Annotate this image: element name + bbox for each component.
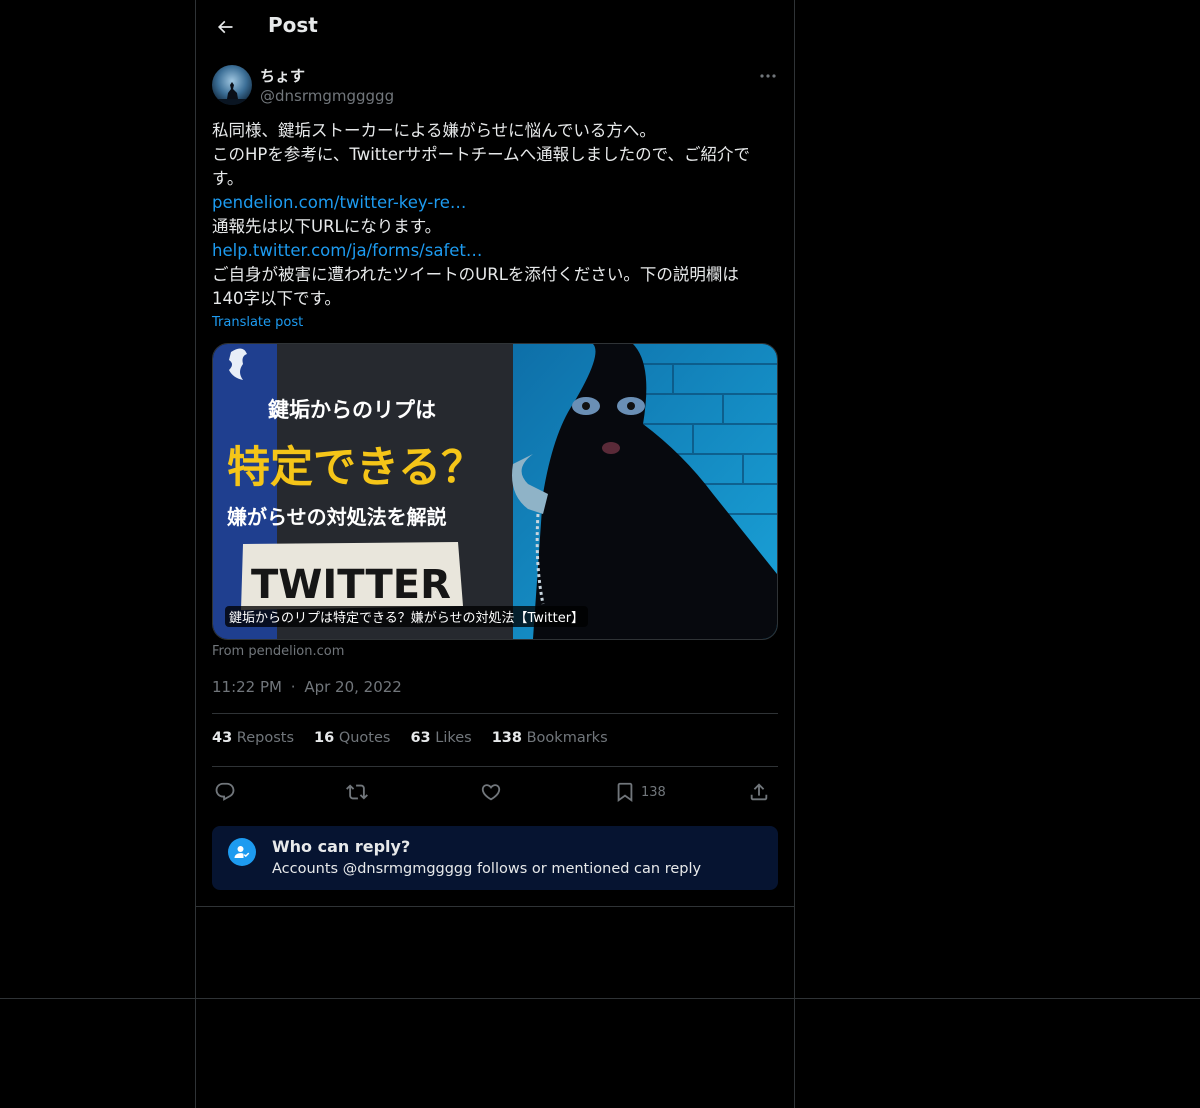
bookmark-button[interactable]: 138 bbox=[614, 778, 666, 806]
card-image: 鍵垢からのリプは 特定できる？ 嫌がらせの対処法を解説 TWITTER bbox=[213, 344, 777, 639]
reposts-stat[interactable]: 43 Reposts bbox=[212, 730, 294, 752]
more-dots-icon bbox=[760, 74, 776, 78]
card-line-3: 嫌がらせの対処法を解説 bbox=[227, 505, 447, 529]
divider bbox=[212, 713, 778, 714]
reply-restriction-banner: Who can reply? Accounts @dnsrmgmggggg fo… bbox=[212, 826, 778, 890]
share-button[interactable] bbox=[748, 778, 770, 806]
divider bbox=[212, 766, 778, 767]
reposts-label: Reposts bbox=[236, 730, 295, 746]
bookmark-count: 138 bbox=[641, 784, 666, 800]
user-check-icon bbox=[228, 838, 256, 866]
post-date[interactable]: Apr 20, 2022 bbox=[304, 678, 402, 696]
page-title: Post bbox=[268, 13, 318, 37]
share-icon bbox=[750, 783, 768, 801]
heart-icon bbox=[481, 784, 501, 801]
timestamp-separator: · bbox=[290, 678, 296, 696]
post-text-line: 通報先は以下URLになります。 bbox=[212, 217, 442, 236]
likes-count: 63 bbox=[410, 730, 431, 746]
post-text-line: このHPを参考に、Twitterサポートチームへ通報しましたので、ご紹介で bbox=[212, 145, 751, 164]
repost-icon bbox=[346, 784, 368, 800]
author-handle[interactable]: @dnsrmgmggggg bbox=[260, 87, 394, 105]
arrow-left-icon bbox=[217, 20, 233, 34]
post-text-line: 140字以下です。 bbox=[212, 289, 341, 308]
like-button[interactable] bbox=[480, 778, 502, 806]
card-badge: TWITTER bbox=[251, 562, 451, 608]
quotes-count: 16 bbox=[314, 730, 335, 746]
translate-post-link[interactable]: Translate post bbox=[212, 315, 303, 330]
divider bbox=[196, 906, 794, 907]
post-text-line: す。 bbox=[212, 169, 244, 188]
author-display-name[interactable]: ちょす bbox=[260, 65, 305, 86]
more-options-button[interactable] bbox=[756, 66, 780, 86]
card-source[interactable]: From pendelion.com bbox=[212, 644, 344, 659]
post-header: Post bbox=[196, 0, 794, 53]
card-line-1: 鍵垢からのリプは bbox=[268, 398, 436, 422]
card-caption: 鍵垢からのリプは特定できる？嫌がらせの対処法【Twitter】 bbox=[225, 606, 589, 627]
action-bar: 138 bbox=[212, 778, 778, 806]
link-card[interactable]: 鍵垢からのリプは 特定できる？ 嫌がらせの対処法を解説 TWITTER 鍵垢から… bbox=[212, 343, 778, 640]
post-timestamp[interactable]: 11:22 PM · Apr 20, 2022 bbox=[212, 678, 402, 696]
reply-button[interactable] bbox=[214, 778, 236, 806]
reply-icon bbox=[215, 782, 235, 801]
quotes-stat[interactable]: 16 Quotes bbox=[314, 730, 390, 752]
card-line-2: 特定できる？ bbox=[227, 443, 484, 493]
reply-restriction-title: Who can reply? bbox=[272, 837, 411, 856]
bookmarks-label: Bookmarks bbox=[526, 730, 608, 746]
bookmarks-count: 138 bbox=[491, 730, 522, 746]
repost-button[interactable] bbox=[346, 778, 368, 806]
post-link-help-twitter[interactable]: help.twitter.com/ja/forms/safet… bbox=[212, 241, 482, 260]
bookmarks-stat[interactable]: 138 Bookmarks bbox=[492, 730, 608, 752]
post-link-pendelion[interactable]: pendelion.com/twitter-key-re… bbox=[212, 193, 466, 212]
bookmark-icon bbox=[617, 782, 633, 803]
likes-label: Likes bbox=[435, 730, 472, 746]
post-text: 私同様、鍵垢ストーカーによる嫌がらせに悩んでいる方へ。 このHPを参考に、Twi… bbox=[212, 119, 778, 311]
avatar[interactable] bbox=[212, 65, 252, 105]
engagement-stats: 43 Reposts 16 Quotes 63 Likes 138 Bookma… bbox=[212, 730, 608, 752]
primary-column: Post ちょす @dnsrmgmggggg 私同様、鍵垢ストーカーによる嫌がら… bbox=[195, 0, 795, 1108]
post-text-line: ご自身が被害に遭われたツイートのURLを添付ください。下の説明欄は bbox=[212, 265, 739, 284]
post-time[interactable]: 11:22 PM bbox=[212, 678, 282, 696]
quotes-label: Quotes bbox=[338, 730, 391, 746]
reply-restriction-subtitle: Accounts @dnsrmgmggggg follows or mentio… bbox=[272, 861, 702, 877]
post-text-line: 私同様、鍵垢ストーカーによる嫌がらせに悩んでいる方へ。 bbox=[212, 121, 656, 140]
back-button[interactable] bbox=[208, 10, 242, 44]
reposts-count: 43 bbox=[212, 730, 233, 746]
likes-stat[interactable]: 63 Likes bbox=[410, 730, 471, 752]
